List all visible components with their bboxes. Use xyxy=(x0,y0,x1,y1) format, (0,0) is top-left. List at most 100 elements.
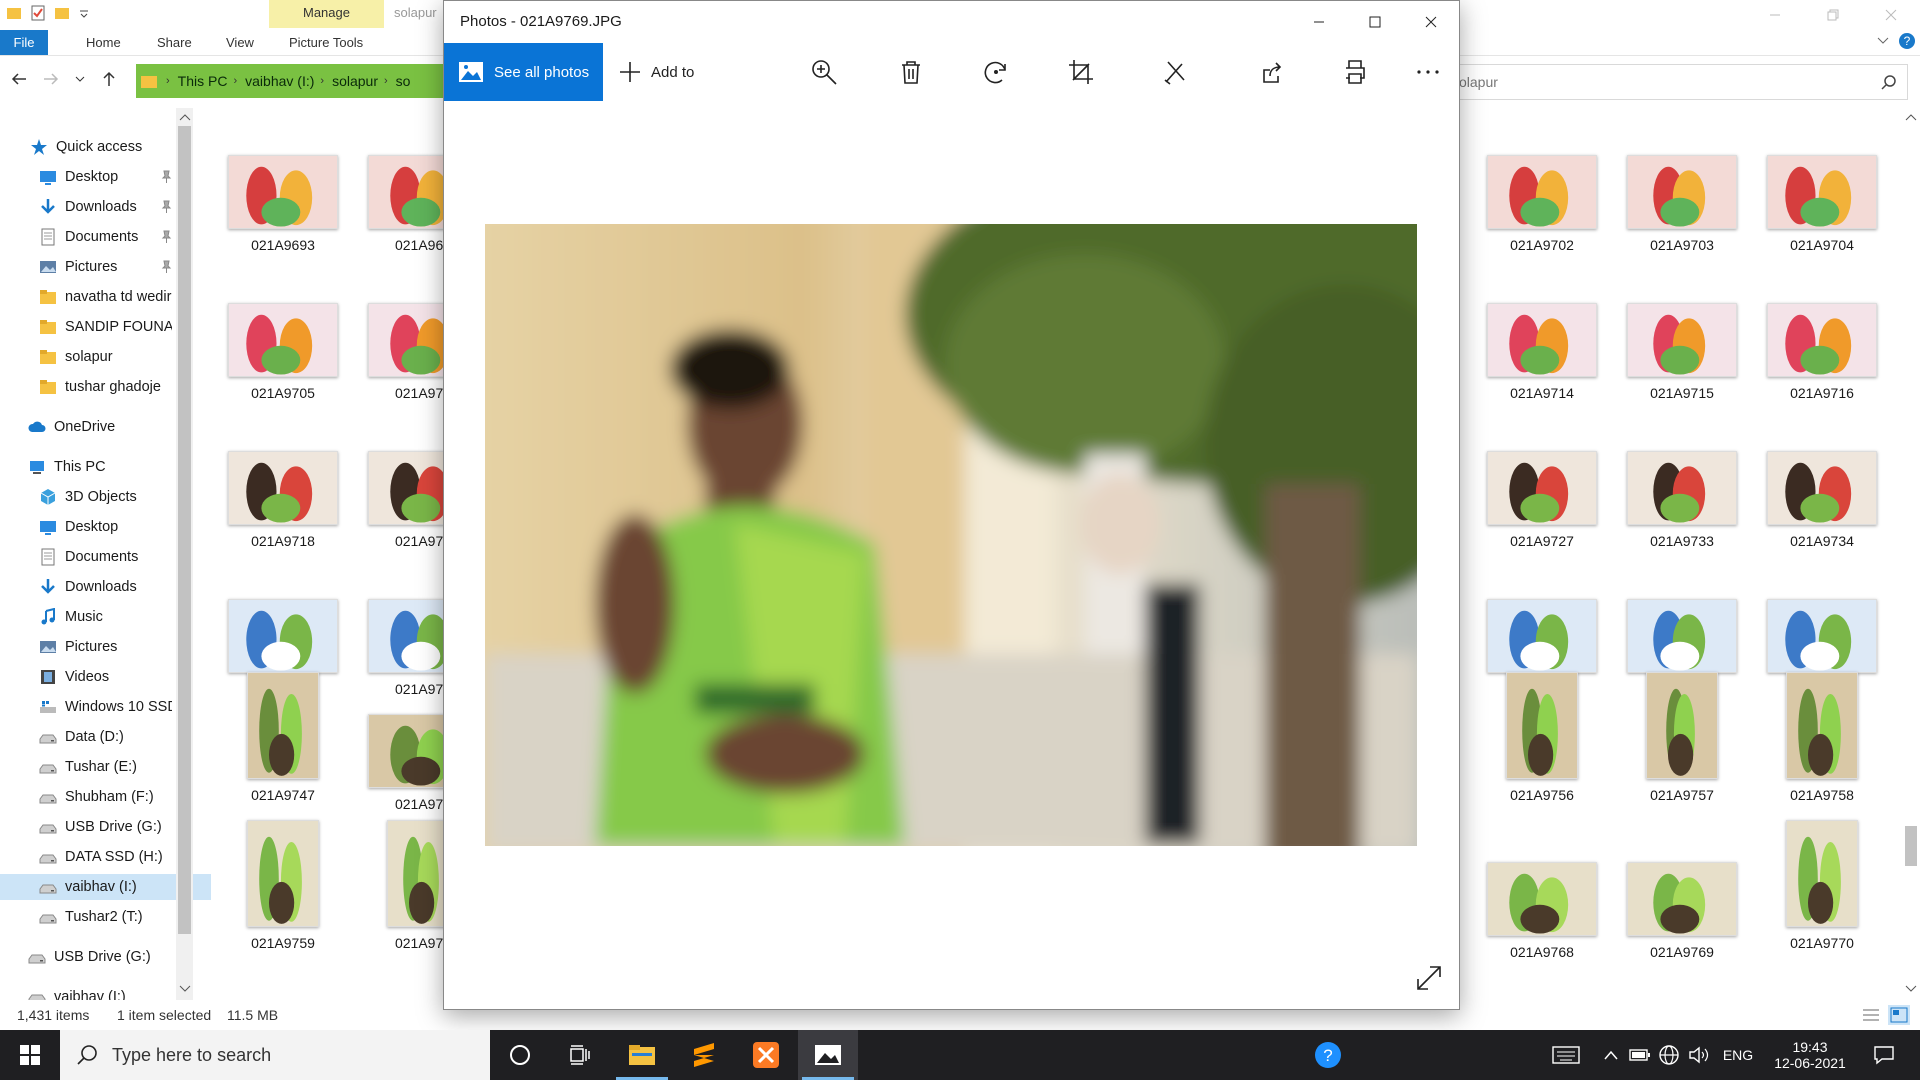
nav-item-tushar-ghadoje[interactable]: tushar ghadoje xyxy=(39,374,172,400)
breadcrumb-drive[interactable]: vaibhav (I:) xyxy=(245,73,314,89)
nav-item-3d-objects[interactable]: 3D Objects xyxy=(39,484,172,510)
nav-item-documents[interactable]: Documents xyxy=(39,544,172,570)
back-arrow-icon[interactable] xyxy=(10,70,28,88)
nav-item-usb-drive-g[interactable]: USB Drive (G:) xyxy=(28,944,172,970)
nav-item-usb-drive-g[interactable]: USB Drive (G:) xyxy=(39,814,172,840)
pin-icon[interactable] xyxy=(160,230,172,244)
input-language-button[interactable]: ENG xyxy=(1718,1030,1758,1080)
expand-fullscreen-icon[interactable] xyxy=(1416,965,1442,991)
rotate-icon[interactable] xyxy=(982,58,1010,86)
nav-item-shubham-f[interactable]: Shubham (F:) xyxy=(39,784,172,810)
nav-item-tushar-e[interactable]: Tushar (E:) xyxy=(39,754,172,780)
nav-item-windows-10-ssd[interactable]: Windows 10 SSD xyxy=(39,694,172,720)
file-grid-scrollbar[interactable] xyxy=(1902,108,1920,1000)
file-item[interactable]: 021A9757 xyxy=(1612,672,1752,803)
tab-home[interactable]: Home xyxy=(76,30,131,55)
photos-taskbar-button[interactable] xyxy=(798,1030,858,1080)
battery-button[interactable] xyxy=(1627,1030,1653,1080)
clock-button[interactable]: 19:43 12-06-2021 xyxy=(1772,1030,1848,1080)
add-to-button[interactable]: Add to xyxy=(619,43,694,101)
nav-item-navatha-td-wedir[interactable]: navatha td wedir xyxy=(39,284,172,310)
edit-draw-icon[interactable] xyxy=(1162,58,1190,86)
cortana-button[interactable] xyxy=(490,1030,550,1080)
crop-icon[interactable] xyxy=(1067,58,1095,86)
nav-item-desktop[interactable]: Desktop xyxy=(39,514,172,540)
scroll-up-arrow-icon[interactable] xyxy=(179,112,191,122)
close-button[interactable] xyxy=(1862,0,1920,30)
customize-dropdown-icon[interactable] xyxy=(78,5,94,21)
nav-item-sandip-founai[interactable]: SANDIP FOUNAI xyxy=(39,314,172,340)
file-item[interactable]: 021A9756 xyxy=(1472,672,1612,803)
print-icon[interactable] xyxy=(1341,58,1369,86)
nav-item-data-ssd-h[interactable]: DATA SSD (H:) xyxy=(39,844,172,870)
file-item[interactable]: 021A9704 xyxy=(1752,155,1892,253)
nav-item-this-pc[interactable]: This PC xyxy=(28,454,172,480)
show-hidden-icons-button[interactable] xyxy=(1598,1030,1624,1080)
file-item[interactable]: 021A9768 xyxy=(1472,862,1612,960)
taskbar-search-box[interactable]: Type here to search xyxy=(60,1030,490,1080)
nav-item-videos[interactable]: Videos xyxy=(39,664,172,690)
recent-locations-icon[interactable] xyxy=(74,70,86,88)
touch-keyboard-button[interactable] xyxy=(1546,1030,1586,1080)
delete-icon[interactable] xyxy=(897,58,925,86)
tab-view[interactable]: View xyxy=(216,30,264,55)
pin-icon[interactable] xyxy=(160,170,172,184)
maximize-button[interactable] xyxy=(1347,1,1403,43)
details-view-icon[interactable] xyxy=(1862,1007,1880,1023)
file-item[interactable]: 021A9734 xyxy=(1752,451,1892,549)
nav-item-solapur[interactable]: solapur xyxy=(39,344,172,370)
file-item[interactable]: 021A9770 xyxy=(1752,820,1892,951)
nav-item-music[interactable]: Music xyxy=(39,604,172,630)
nav-item-pictures[interactable]: Pictures xyxy=(39,254,172,280)
nav-item-pictures[interactable]: Pictures xyxy=(39,634,172,660)
help-icon[interactable]: ? xyxy=(1898,32,1916,50)
tab-file[interactable]: File xyxy=(0,30,48,55)
file-item[interactable]: 021A9759 xyxy=(213,820,353,951)
xampp-taskbar-button[interactable] xyxy=(736,1030,796,1080)
nav-item-onedrive[interactable]: OneDrive xyxy=(28,414,172,440)
file-item[interactable]: 021A9769 xyxy=(1612,862,1752,960)
scroll-down-arrow-icon[interactable] xyxy=(1905,984,1917,994)
nav-item-documents[interactable]: Documents xyxy=(39,224,172,250)
breadcrumb-this-pc[interactable]: This PC xyxy=(178,73,228,89)
minimize-button[interactable] xyxy=(1746,0,1804,30)
up-arrow-icon[interactable] xyxy=(100,70,118,88)
properties-icon[interactable] xyxy=(30,5,46,21)
file-item[interactable]: 021A9758 xyxy=(1752,672,1892,803)
share-icon[interactable] xyxy=(1256,58,1284,86)
file-item[interactable]: 021A9733 xyxy=(1612,451,1752,549)
file-item[interactable]: 021A9705 xyxy=(213,303,353,401)
breadcrumb-separator[interactable]: › xyxy=(384,75,388,87)
scroll-down-arrow-icon[interactable] xyxy=(179,984,191,994)
chevron-down-icon[interactable] xyxy=(1876,34,1890,48)
file-item[interactable]: 021A9747 xyxy=(213,672,353,803)
file-item[interactable]: 021A9702 xyxy=(1472,155,1612,253)
minimize-button[interactable] xyxy=(1291,1,1347,43)
nav-item-desktop[interactable]: Desktop xyxy=(39,164,172,190)
zoom-in-icon[interactable] xyxy=(810,58,838,86)
manage-context-tab[interactable]: Manage xyxy=(269,0,384,28)
sublime-text-taskbar-button[interactable] xyxy=(674,1030,734,1080)
breadcrumb-current[interactable]: so xyxy=(396,73,411,89)
nav-item-data-d[interactable]: Data (D:) xyxy=(39,724,172,750)
notifications-button[interactable] xyxy=(1864,1030,1904,1080)
file-item[interactable]: 021A9693 xyxy=(213,155,353,253)
tab-share[interactable]: Share xyxy=(147,30,202,55)
file-item[interactable]: 021A9703 xyxy=(1612,155,1752,253)
close-button[interactable] xyxy=(1403,1,1459,43)
nav-item-downloads[interactable]: Downloads xyxy=(39,574,172,600)
nav-scrollbar-thumb[interactable] xyxy=(178,126,191,934)
folder-icon[interactable] xyxy=(6,5,22,21)
breadcrumb-separator[interactable]: › xyxy=(320,75,324,87)
file-item[interactable]: 021A9714 xyxy=(1472,303,1612,401)
volume-button[interactable] xyxy=(1686,1030,1712,1080)
restore-button[interactable] xyxy=(1804,0,1862,30)
file-grid-scrollbar-thumb[interactable] xyxy=(1905,826,1917,866)
task-view-button[interactable] xyxy=(550,1030,610,1080)
more-icon[interactable] xyxy=(1414,58,1442,86)
nav-item-downloads[interactable]: Downloads xyxy=(39,194,172,220)
forward-arrow-icon[interactable] xyxy=(42,70,60,88)
scroll-up-arrow-icon[interactable] xyxy=(1905,112,1917,122)
pin-icon[interactable] xyxy=(160,260,172,274)
breadcrumb-separator[interactable]: › xyxy=(233,75,237,87)
